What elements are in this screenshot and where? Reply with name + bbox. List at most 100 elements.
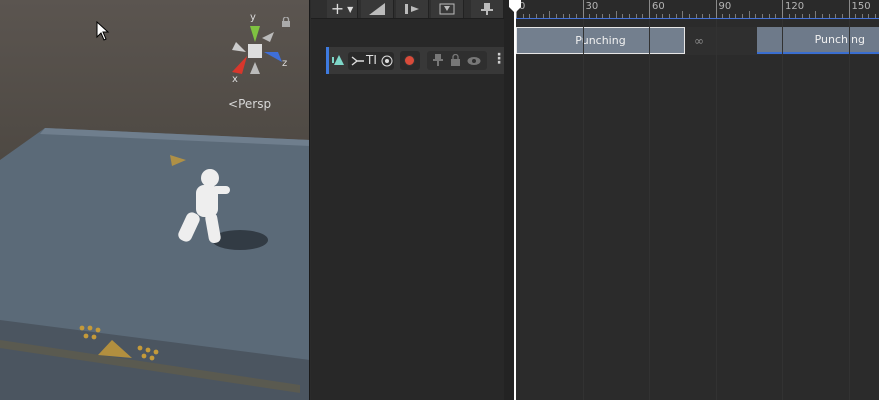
scene-view[interactable]: y x z <Persp bbox=[0, 0, 310, 400]
ruler-minor-tick bbox=[535, 14, 537, 18]
ruler-minor-tick bbox=[768, 14, 770, 18]
track-name-label: TI bbox=[366, 53, 377, 67]
blend-icon: ∞ bbox=[694, 34, 704, 48]
ruler-minor-tick bbox=[549, 11, 551, 18]
timeline-window: + ▼ TI ⋮ 0 30 60 90 120 150 Punching ∞ P… bbox=[311, 0, 879, 400]
grid-line bbox=[782, 19, 783, 400]
animation-track-icon bbox=[332, 55, 344, 65]
step-forward-button[interactable] bbox=[396, 0, 429, 18]
ruler-minor-tick bbox=[788, 14, 790, 18]
snap-icon bbox=[369, 3, 385, 15]
ruler-minor-tick bbox=[655, 14, 657, 18]
ruler-minor-tick bbox=[728, 14, 730, 18]
record-button[interactable] bbox=[400, 51, 420, 70]
grid-line bbox=[848, 19, 850, 400]
grid-line bbox=[582, 19, 584, 400]
ruler-minor-tick bbox=[602, 14, 604, 18]
ruler-minor-tick bbox=[662, 14, 664, 18]
ruler-minor-tick bbox=[529, 14, 531, 18]
ruler-minor-tick bbox=[755, 14, 757, 18]
ruler-minor-tick bbox=[589, 14, 591, 18]
eye-icon[interactable] bbox=[467, 56, 481, 66]
ruler-major-tick bbox=[649, 0, 650, 18]
ruler-major-tick bbox=[848, 0, 850, 18]
ruler-minor-tick bbox=[861, 14, 863, 18]
clips-area[interactable]: Punching ∞ Punching bbox=[515, 19, 879, 400]
ruler-tick-label: 120 bbox=[785, 1, 805, 12]
ruler-minor-tick bbox=[555, 14, 557, 18]
timeline-toolbar: + ▼ bbox=[311, 0, 504, 19]
playhead-handle[interactable] bbox=[509, 0, 521, 13]
ruler-tick-label: 60 bbox=[652, 1, 665, 12]
ruler-minor-tick bbox=[635, 14, 637, 18]
plus-icon: + bbox=[330, 0, 345, 18]
grid-line bbox=[649, 19, 650, 400]
playhead[interactable] bbox=[514, 0, 516, 400]
ruler-minor-tick bbox=[642, 14, 644, 18]
persp-icon: < bbox=[228, 97, 239, 111]
ruler-minor-tick bbox=[702, 14, 704, 18]
ruler-minor-tick bbox=[708, 14, 710, 18]
ruler-minor-tick bbox=[675, 14, 677, 18]
ruler-minor-tick bbox=[542, 14, 544, 18]
track-list: TI ⋮ bbox=[311, 19, 506, 400]
pin-icon bbox=[481, 3, 493, 15]
ruler-minor-tick bbox=[522, 14, 524, 18]
ruler-minor-tick bbox=[762, 14, 764, 18]
ruler-minor-tick bbox=[742, 14, 744, 18]
ruler-tick-label: 90 bbox=[718, 1, 732, 12]
ruler-major-tick bbox=[582, 0, 584, 18]
ruler-minor-tick bbox=[801, 14, 803, 18]
ruler-minor-tick bbox=[775, 14, 777, 18]
ruler-minor-tick bbox=[841, 14, 843, 18]
ruler-tick-label: 30 bbox=[585, 1, 599, 12]
ruler-minor-tick bbox=[868, 14, 870, 18]
ruler-minor-tick bbox=[735, 14, 737, 18]
target-icon[interactable] bbox=[381, 55, 393, 67]
svg-text:x: x bbox=[232, 74, 238, 85]
ruler-tick-label: 150 bbox=[851, 1, 871, 12]
projection-label[interactable]: <Persp bbox=[228, 97, 271, 111]
pin-button[interactable] bbox=[471, 0, 504, 18]
ruler-minor-tick bbox=[575, 14, 577, 18]
animation-clip[interactable]: Punching bbox=[516, 27, 685, 54]
ruler-minor-tick bbox=[595, 14, 597, 18]
ruler-minor-tick bbox=[808, 14, 810, 18]
lock-icon[interactable] bbox=[451, 54, 460, 66]
ruler-minor-tick bbox=[748, 11, 750, 18]
ruler-minor-tick bbox=[875, 14, 877, 18]
step-forward-icon bbox=[405, 4, 419, 14]
lock-icon[interactable] bbox=[282, 17, 290, 27]
ruler-major-tick bbox=[782, 0, 783, 18]
mouse-cursor-icon bbox=[96, 21, 110, 41]
ruler-minor-tick bbox=[569, 14, 571, 18]
svg-text:y: y bbox=[250, 12, 256, 23]
dropdown-arrow-icon: ▼ bbox=[347, 4, 354, 14]
track-options bbox=[427, 51, 487, 70]
ruler-minor-tick bbox=[622, 14, 624, 18]
ruler-minor-tick bbox=[821, 14, 823, 18]
svg-text:z: z bbox=[282, 58, 287, 69]
snap-button[interactable] bbox=[361, 0, 394, 18]
bone-icon bbox=[351, 56, 364, 66]
ruler-minor-tick bbox=[688, 14, 690, 18]
animation-track-header[interactable]: TI ⋮ bbox=[326, 47, 506, 74]
ruler-minor-tick bbox=[629, 14, 631, 18]
frame-icon bbox=[439, 3, 455, 15]
add-track-button[interactable]: + ▼ bbox=[327, 0, 358, 18]
ruler-minor-tick bbox=[722, 14, 724, 18]
frame-button[interactable] bbox=[431, 0, 464, 18]
ruler-minor-tick bbox=[835, 14, 837, 18]
ruler-minor-tick bbox=[682, 11, 684, 18]
ruler-minor-tick bbox=[815, 11, 817, 18]
ruler-minor-tick bbox=[615, 11, 617, 18]
track-binding-field[interactable]: TI bbox=[348, 52, 394, 70]
ruler-minor-tick bbox=[855, 14, 857, 18]
ruler-minor-tick bbox=[668, 14, 670, 18]
ruler-minor-tick bbox=[828, 14, 830, 18]
animation-clip[interactable]: Punching bbox=[757, 27, 879, 54]
ruler-major-tick bbox=[715, 0, 717, 18]
record-icon bbox=[404, 55, 415, 66]
pin-icon[interactable] bbox=[433, 54, 443, 66]
time-ruler[interactable]: 0 30 60 90 120 150 bbox=[515, 0, 879, 19]
